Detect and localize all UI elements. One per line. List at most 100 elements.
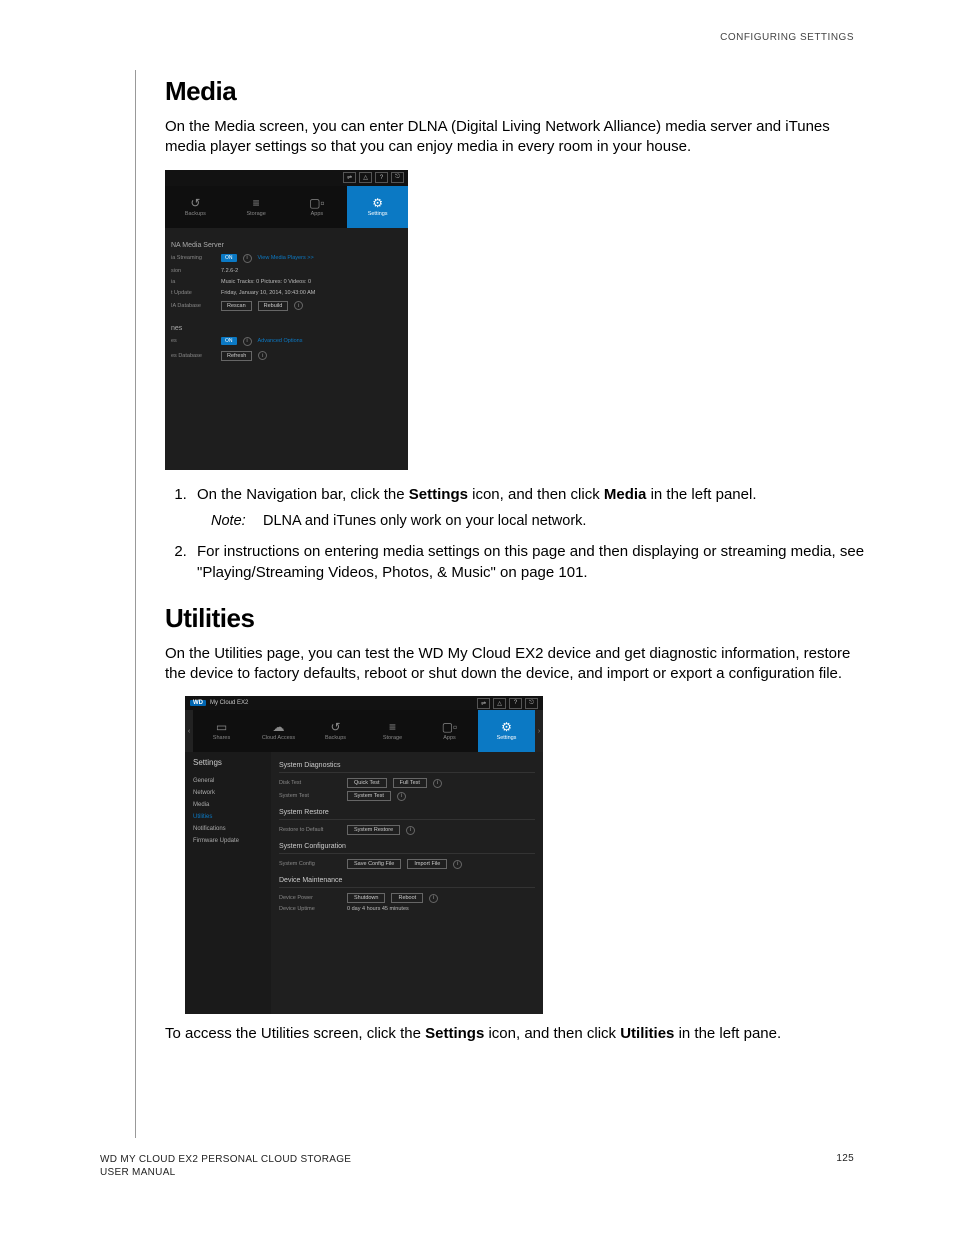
storage-icon: ≡ [389,721,396,733]
nav-apps[interactable]: ▢▫ Apps [287,186,348,228]
storage-icon: ≡ [253,197,260,209]
nav-storage[interactable]: ≡ Storage [226,186,287,228]
info-icon[interactable]: i [258,351,267,360]
system-restore-title: System Restore [279,809,535,820]
footer-manual: USER MANUAL [100,1167,176,1178]
nav-backups[interactable]: ↺ Backups [307,710,364,752]
sidebar-item-utilities[interactable]: Utilities [193,811,271,823]
info-icon[interactable]: i [406,826,415,835]
device-power-label: Device Power [279,895,341,901]
streaming-toggle[interactable]: ON [221,254,237,262]
step1-text-c: in the left panel. [646,486,756,503]
utilities-heading: Utilities [165,603,865,634]
nav-apps[interactable]: ▢▫ Apps [421,710,478,752]
system-config-label: System Config [279,861,341,867]
itunes-toggle[interactable]: ON [221,337,237,345]
nav-settings[interactable]: ⚙ Settings [347,186,408,228]
nav-settings-label: Settings [497,735,517,741]
note-text: DLNA and iTunes only work on your local … [263,513,586,529]
clock-icon: ↺ [190,197,200,209]
reboot-button[interactable]: Reboot [391,893,423,903]
system-test-label: System Test [279,793,341,799]
bell-icon: △ [493,698,506,709]
nav-storage-label: Storage [246,211,265,217]
nav-shares-label: Shares [213,735,230,741]
product-title: My Cloud EX2 [210,700,248,706]
system-restore-button[interactable]: System Restore [347,825,400,835]
nav-shares[interactable]: ▭ Shares [193,710,250,752]
gear-icon: ⚙ [501,721,512,733]
info-icon[interactable]: i [243,337,252,346]
clock-icon: ↺ [330,721,340,733]
media-intro: On the Media screen, you can enter DLNA … [165,117,865,158]
nav-storage[interactable]: ≡ Storage [364,710,421,752]
version-value: 7.2.6-2 [221,268,238,274]
full-test-button[interactable]: Full Test [393,778,427,788]
help-icon: ? [509,698,522,709]
nav-scroll-left[interactable]: ‹ [185,710,193,752]
device-uptime-label: Device Uptime [279,906,341,912]
nav-backups[interactable]: ↺ Backups [165,186,226,228]
import-file-button[interactable]: Import File [407,859,447,869]
sidebar-item-firmware[interactable]: Firmware Update [193,835,271,847]
nav-scroll-right[interactable]: › [535,710,543,752]
rebuild-button[interactable]: Rebuild [258,301,289,311]
rescan-button[interactable]: Rescan [221,301,252,311]
nav-settings[interactable]: ⚙ Settings [478,710,535,752]
step1-text-a: On the Navigation bar, click the [197,486,409,503]
sidebar-item-network[interactable]: Network [193,787,271,799]
note-label: Note: [211,513,263,529]
streaming-label: ia Streaming [171,255,215,261]
user-icon: ⎋ [525,698,538,709]
apps-icon: ▢▫ [442,721,458,733]
refresh-button[interactable]: Refresh [221,351,252,361]
advanced-options-link[interactable]: Advanced Options [258,338,303,344]
running-header: CONFIGURING SETTINGS [720,32,854,43]
info-icon[interactable]: i [243,254,252,263]
step1-media: Media [604,486,647,503]
info-icon[interactable]: i [433,779,442,788]
nav-cloud-label: Cloud Access [262,735,295,741]
itunes-db-label: es Database [171,353,215,359]
step-2: For instructions on entering media setti… [191,541,865,583]
system-test-button[interactable]: System Test [347,791,391,801]
sidebar-item-notifications[interactable]: Notifications [193,823,271,835]
usb-icon: ⇌ [343,172,356,183]
closing-settings: Settings [425,1025,484,1042]
step-1: On the Navigation bar, click the Setting… [191,484,865,505]
disk-test-label: Disk Test [279,780,341,786]
closing-text-a: To access the Utilities screen, click th… [165,1025,425,1042]
bell-icon: △ [359,172,372,183]
info-icon[interactable]: i [453,860,462,869]
last-update-value: Friday, January 10, 2014, 10:43:00 AM [221,290,315,296]
nav-backups-label: Backups [185,211,206,217]
info-icon[interactable]: i [397,792,406,801]
page-number: 125 [836,1153,854,1179]
view-media-players-link[interactable]: View Media Players >> [258,255,314,261]
nav-cloud-access[interactable]: ☁ Cloud Access [250,710,307,752]
info-icon[interactable]: i [429,894,438,903]
footer-product: WD MY CLOUD EX2 PERSONAL CLOUD STORAGE [100,1154,351,1165]
folder-icon: ▭ [216,721,227,733]
nav-backups-label: Backups [325,735,346,741]
nav-apps-label: Apps [311,211,324,217]
dlna-db-label: IA Database [171,303,215,309]
sidebar-item-media[interactable]: Media [193,799,271,811]
gear-icon: ⚙ [372,197,383,209]
utilities-screenshot: WD My Cloud EX2 ⇌ △ ? ⎋ ‹ ▭ Shares ☁ [185,696,543,1014]
sidebar-item-general[interactable]: General [193,775,271,787]
itunes-label: es [171,338,215,344]
utilities-closing: To access the Utilities screen, click th… [165,1024,865,1044]
quick-test-button[interactable]: Quick Test [347,778,387,788]
usb-icon: ⇌ [477,698,490,709]
nav-storage-label: Storage [383,735,402,741]
media-counts-value: Music Tracks: 0 Pictures: 0 Videos: 0 [221,279,311,285]
save-config-button[interactable]: Save Config File [347,859,401,869]
utilities-intro: On the Utilities page, you can test the … [165,644,865,685]
vertical-rule [135,70,136,1138]
info-icon[interactable]: i [294,301,303,310]
nav-settings-label: Settings [368,211,388,217]
step1-settings: Settings [409,486,468,503]
system-configuration-title: System Configuration [279,843,535,854]
shutdown-button[interactable]: Shutdown [347,893,385,903]
